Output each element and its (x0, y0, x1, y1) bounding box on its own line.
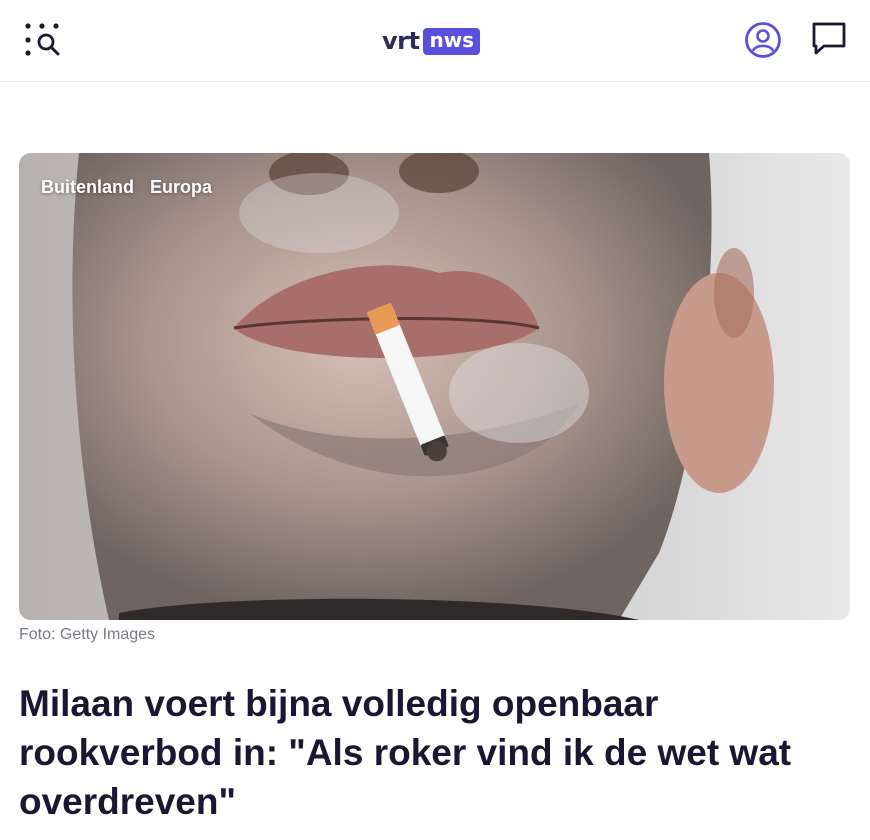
hero-image[interactable]: Buitenland Europa (19, 153, 850, 620)
chat-icon (812, 22, 846, 55)
category-tags: Buitenland Europa (41, 177, 212, 198)
menu-search-icon (25, 23, 60, 56)
photo-caption: Foto: Getty Images (19, 626, 156, 643)
tag-buitenland[interactable]: Buitenland (41, 177, 134, 198)
menu-search-button[interactable] (22, 20, 62, 60)
article-headline: Milaan voert bijna volledig openbaar roo… (19, 683, 792, 822)
logo-nws-badge: nws (423, 27, 481, 55)
user-profile-button[interactable] (744, 21, 782, 59)
logo-vrt-text: vrt (382, 27, 420, 55)
top-bar: vrt nws (0, 0, 870, 82)
user-icon (745, 22, 781, 58)
smoker-photo-illustration (19, 153, 850, 620)
chat-button[interactable] (810, 20, 848, 58)
vrt-nws-logo[interactable]: vrt nws (382, 26, 481, 56)
tag-europa[interactable]: Europa (150, 177, 212, 198)
